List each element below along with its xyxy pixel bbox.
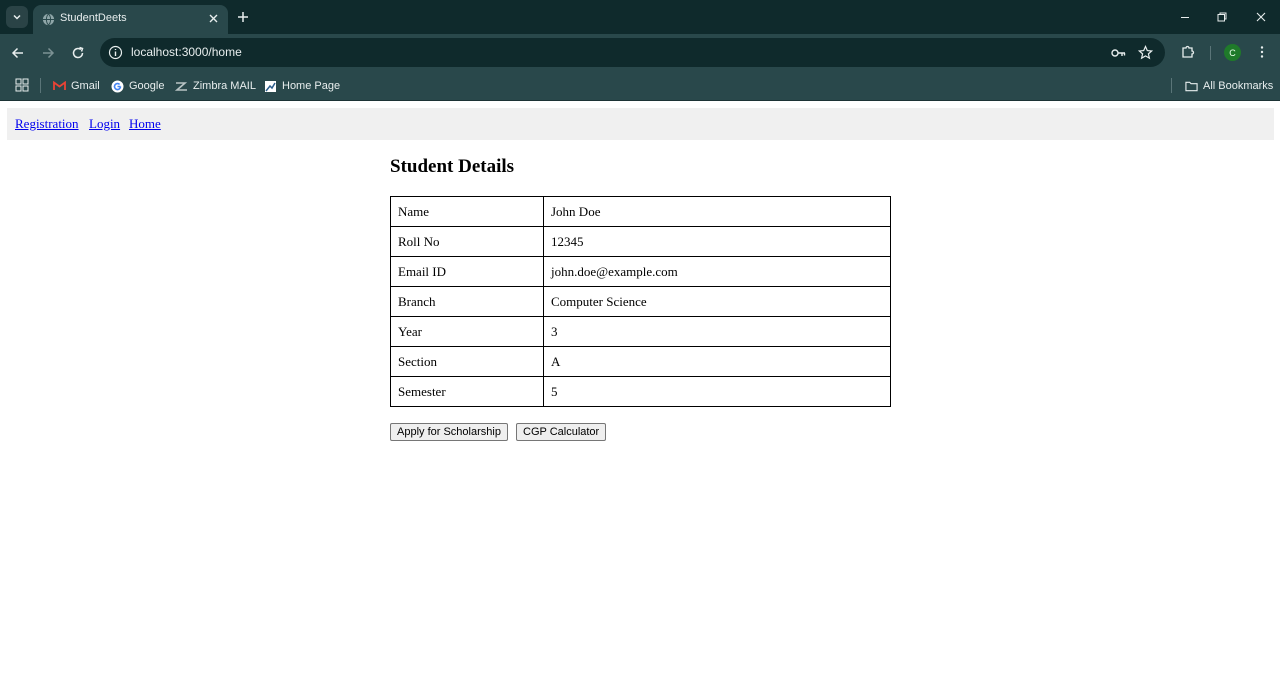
puzzle-icon [1182, 45, 1195, 58]
bookmarks-separator [1171, 78, 1172, 93]
close-icon [209, 14, 217, 22]
cgp-calculator-button[interactable]: CGP Calculator [516, 423, 607, 441]
all-bookmarks-button[interactable]: All Bookmarks [1185, 76, 1273, 96]
tab-close-button[interactable] [205, 10, 221, 26]
site-nav: Registration Login Home [7, 108, 1274, 140]
all-bookmarks-label: All Bookmarks [1203, 80, 1274, 92]
zimbra-icon [175, 80, 188, 93]
row-label: Email ID [390, 256, 544, 287]
row-label: Section [390, 346, 544, 377]
restore-button[interactable] [1214, 9, 1230, 25]
browser-tab-strip: StudentDeets [0, 0, 1280, 34]
kebab-menu-icon [1260, 46, 1264, 58]
minimize-button[interactable] [1177, 9, 1193, 25]
forward-button[interactable] [39, 44, 57, 62]
student-details-table: Name John Doe Roll No 12345 Email ID john.d… [390, 196, 891, 407]
password-key-button[interactable] [1109, 44, 1126, 61]
gmail-icon [53, 80, 66, 93]
star-icon [1138, 45, 1153, 60]
window-close-button[interactable] [1253, 9, 1269, 25]
toolbar-separator [1210, 46, 1211, 60]
close-icon [1256, 12, 1266, 22]
google-icon [111, 80, 124, 93]
row-value: Computer Science [543, 286, 891, 317]
page-content: Registration Login Home Student Details … [0, 101, 1280, 674]
table-row: Branch Computer Science [390, 286, 891, 317]
row-label: Semester [390, 376, 544, 407]
table-row: Roll No 12345 [390, 226, 891, 257]
bookmark-label: Gmail [71, 80, 100, 92]
tab-search-button[interactable] [6, 6, 28, 28]
arrow-left-icon [11, 47, 23, 59]
row-label: Branch [390, 286, 544, 317]
bookmark-zimbra[interactable]: Zimbra MAIL [175, 76, 256, 96]
apply-scholarship-button[interactable]: Apply for Scholarship [390, 423, 508, 441]
address-bar[interactable]: localhost:3000/home [100, 38, 1165, 67]
browser-tab[interactable]: StudentDeets [33, 5, 228, 34]
browser-toolbar: localhost:3000/home C [0, 34, 1280, 72]
plus-icon [238, 12, 248, 22]
row-value: John Doe [543, 196, 891, 227]
table-row: Semester 5 [390, 376, 891, 407]
profile-avatar[interactable]: C [1224, 44, 1241, 61]
nav-link-home[interactable]: Home [129, 116, 161, 132]
url-text: localhost:3000/home [131, 45, 242, 59]
minimize-icon [1181, 17, 1189, 18]
row-value: 12345 [543, 226, 891, 257]
bookmark-home-page[interactable]: Home Page [264, 76, 340, 96]
back-button[interactable] [9, 44, 27, 62]
nav-link-login[interactable]: Login [89, 116, 120, 132]
reload-button[interactable] [69, 44, 87, 62]
bookmark-label: Zimbra MAIL [193, 80, 256, 92]
row-value: 5 [543, 376, 891, 407]
table-row: Year 3 [390, 316, 891, 347]
bookmark-label: Google [129, 80, 165, 92]
chevron-down-icon [13, 14, 21, 20]
bookmark-label: Home Page [282, 80, 341, 92]
tab-title: StudentDeets [60, 12, 127, 24]
globe-icon [42, 13, 55, 26]
info-icon[interactable] [108, 45, 123, 60]
bookmark-gmail[interactable]: Gmail [53, 76, 100, 96]
row-label: Roll No [390, 226, 544, 257]
bookmark-star-button[interactable] [1137, 44, 1154, 61]
new-tab-button[interactable] [234, 8, 252, 26]
folder-icon [1185, 80, 1198, 93]
restore-icon [1217, 12, 1227, 22]
bookmarks-bar: Gmail Google Zimbra MAIL Home Page All B… [0, 72, 1280, 101]
key-icon [1110, 48, 1125, 57]
homepage-icon [264, 80, 277, 93]
extensions-button[interactable] [1179, 43, 1197, 61]
row-value: A [543, 346, 891, 377]
table-row: Section A [390, 346, 891, 377]
row-value: john.doe@example.com [543, 256, 891, 287]
bookmark-google[interactable]: Google [111, 76, 164, 96]
table-row: Name John Doe [390, 196, 891, 227]
reload-icon [72, 46, 84, 59]
row-value: 3 [543, 316, 891, 347]
bookmarks-separator [40, 78, 41, 93]
row-label: Name [390, 196, 544, 227]
table-row: Email ID john.doe@example.com [390, 256, 891, 287]
page-title: Student Details [390, 156, 515, 177]
arrow-right-icon [43, 47, 55, 59]
nav-link-registration[interactable]: Registration [15, 116, 79, 132]
row-label: Year [390, 316, 544, 347]
apps-grid-icon[interactable] [14, 77, 30, 93]
menu-button[interactable] [1253, 43, 1271, 61]
